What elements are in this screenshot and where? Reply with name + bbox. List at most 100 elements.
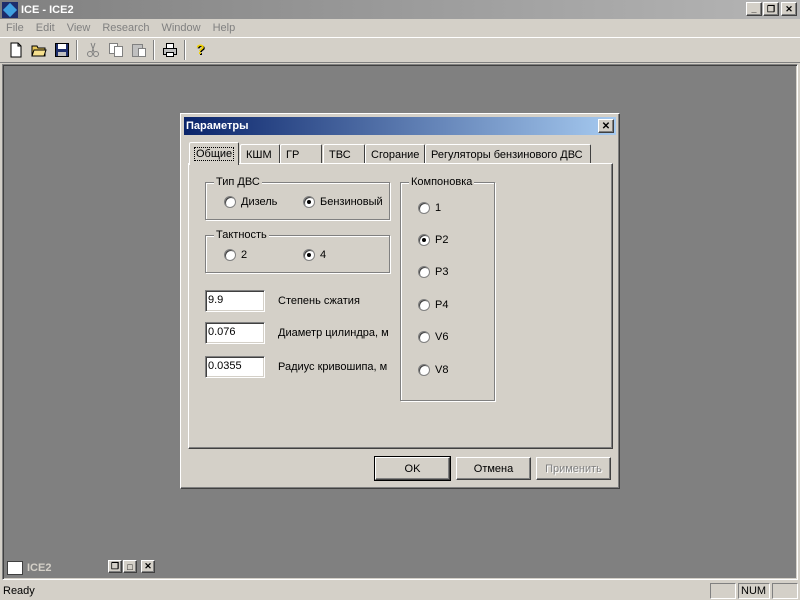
menu-file[interactable]: File (0, 22, 30, 34)
status-pane-num: NUM (738, 583, 770, 599)
radio-layout-p3[interactable]: P3 (418, 266, 448, 278)
close-icon: ✕ (785, 3, 793, 14)
radio-button-icon (418, 202, 430, 214)
cut-icon (86, 42, 99, 57)
radio-label: 1 (435, 202, 442, 214)
tab-label: КШМ (246, 148, 272, 161)
new-button[interactable] (4, 39, 27, 61)
radio-label: Дизель (241, 196, 278, 208)
menu-bar: File Edit View Research Window Help (0, 19, 800, 37)
save-icon (54, 43, 69, 57)
tab-general[interactable]: Общие (189, 142, 240, 165)
radio-layout-v8[interactable]: V8 (418, 364, 448, 376)
menu-view[interactable]: View (61, 22, 97, 34)
compression-ratio-label: Степень сжатия (278, 295, 360, 307)
minimized-child-window[interactable]: ICE2 ❐ □ ✕ (4, 558, 160, 577)
child-close-button[interactable]: ✕ (141, 560, 155, 573)
paste-button[interactable] (127, 39, 150, 61)
svg-text:?: ? (196, 42, 205, 57)
toolbar-separator (76, 40, 78, 60)
crank-radius-label: Радиус кривошипа, м (278, 361, 388, 373)
ok-button-label: OK (404, 462, 421, 475)
cancel-button[interactable]: Отмена (456, 457, 531, 480)
menu-window[interactable]: Window (155, 22, 206, 34)
dialog-close-button[interactable]: ✕ (598, 119, 614, 133)
ok-button[interactable]: OK (374, 456, 451, 481)
radio-label: Бензиновый (320, 196, 383, 208)
compression-ratio-input[interactable]: 9.9 (205, 290, 265, 312)
crank-radius-input[interactable]: 0.0355 (205, 356, 265, 378)
document-icon (7, 560, 23, 575)
open-button[interactable] (27, 39, 50, 61)
save-button[interactable] (50, 39, 73, 61)
cylinder-diameter-input[interactable]: 0.076 (205, 322, 265, 344)
radio-button-icon (418, 364, 430, 376)
tab-tvs[interactable]: ТВС (323, 144, 365, 164)
stroke-group: Тактность 2 4 (205, 229, 390, 273)
open-folder-icon (30, 45, 47, 57)
apply-button[interactable]: Применить (536, 457, 611, 480)
minimize-button[interactable]: _ (746, 2, 762, 16)
stroke-label: Тактность (214, 229, 269, 241)
radio-label: P2 (435, 234, 449, 246)
cut-button[interactable] (81, 39, 104, 61)
menu-edit[interactable]: Edit (30, 22, 61, 34)
tab-label: ТВС (329, 148, 351, 161)
close-icon: ✕ (144, 561, 152, 571)
radio-label: V6 (435, 331, 449, 343)
app-icon (2, 1, 18, 18)
radio-layout-p4[interactable]: P4 (418, 299, 448, 311)
child-maximize-button[interactable]: □ (123, 560, 137, 573)
print-button[interactable] (158, 39, 181, 61)
child-restore-button[interactable]: ❐ (108, 560, 122, 573)
radio-layout-p2[interactable]: P2 (418, 234, 448, 246)
layout-group: Компоновка 1 P2 P3 P4 V6 V8 (400, 176, 495, 401)
menu-research[interactable]: Research (96, 22, 155, 34)
print-icon (162, 43, 177, 57)
close-button[interactable]: ✕ (781, 2, 797, 16)
restore-icon: ❐ (766, 3, 776, 14)
engine-type-group: Тип ДВС Дизель Бензиновый (205, 176, 390, 220)
engine-type-label: Тип ДВС (214, 176, 262, 188)
tab-gr[interactable]: ГР (280, 144, 322, 164)
main-title-bar[interactable]: ICE - ICE2 _ ❐ ✕ (0, 0, 800, 19)
copy-button[interactable] (104, 39, 127, 61)
radio-label: P3 (435, 266, 449, 278)
status-bar: Ready NUM (0, 582, 800, 600)
radio-label: P4 (435, 299, 449, 311)
radio-label: V8 (435, 364, 449, 376)
tab-kshm[interactable]: КШМ (240, 144, 280, 164)
parameters-dialog: Параметры ✕ Общие КШМ ГР ТВС Сгорание Ре… (180, 113, 620, 489)
new-file-icon (10, 42, 21, 58)
status-pane-scroll (772, 583, 798, 599)
tab-label: Регуляторы бензинового ДВС (431, 148, 583, 161)
radio-layout-v6[interactable]: V6 (418, 331, 448, 343)
layout-label: Компоновка (409, 176, 475, 188)
menu-help[interactable]: Help (207, 22, 242, 34)
tab-panel-general: Тип ДВС Дизель Бензиновый Тактность 2 4 (188, 163, 613, 449)
cylinder-diameter-label: Диаметр цилиндра, м (278, 327, 389, 339)
tab-petrol-regulators[interactable]: Регуляторы бензинового ДВС (425, 144, 591, 164)
radio-stroke-2[interactable]: 2 (224, 249, 247, 261)
tab-label: Сгорание (371, 148, 420, 161)
radio-button-checked-icon (303, 249, 315, 261)
radio-button-icon (418, 266, 430, 278)
help-button[interactable]: ?? (189, 39, 212, 61)
radio-layout-1[interactable]: 1 (418, 202, 441, 214)
radio-diesel[interactable]: Дизель (224, 196, 277, 208)
radio-petrol[interactable]: Бензиновый (303, 196, 383, 208)
toolbar-separator (153, 40, 155, 60)
tab-label: Общие (193, 147, 235, 161)
cancel-button-label: Отмена (473, 462, 514, 475)
radio-label: 2 (241, 249, 248, 261)
radio-button-icon (224, 196, 236, 208)
window-title: ICE - ICE2 (21, 3, 74, 16)
radio-button-checked-icon (303, 196, 315, 208)
tab-combustion[interactable]: Сгорание (365, 144, 425, 164)
radio-stroke-4[interactable]: 4 (303, 249, 326, 261)
radio-label: 4 (320, 249, 327, 261)
copy-icon (108, 43, 123, 57)
restore-button[interactable]: ❐ (763, 2, 779, 16)
dialog-title-bar[interactable]: Параметры ✕ (184, 117, 616, 135)
radio-button-icon (418, 331, 430, 343)
